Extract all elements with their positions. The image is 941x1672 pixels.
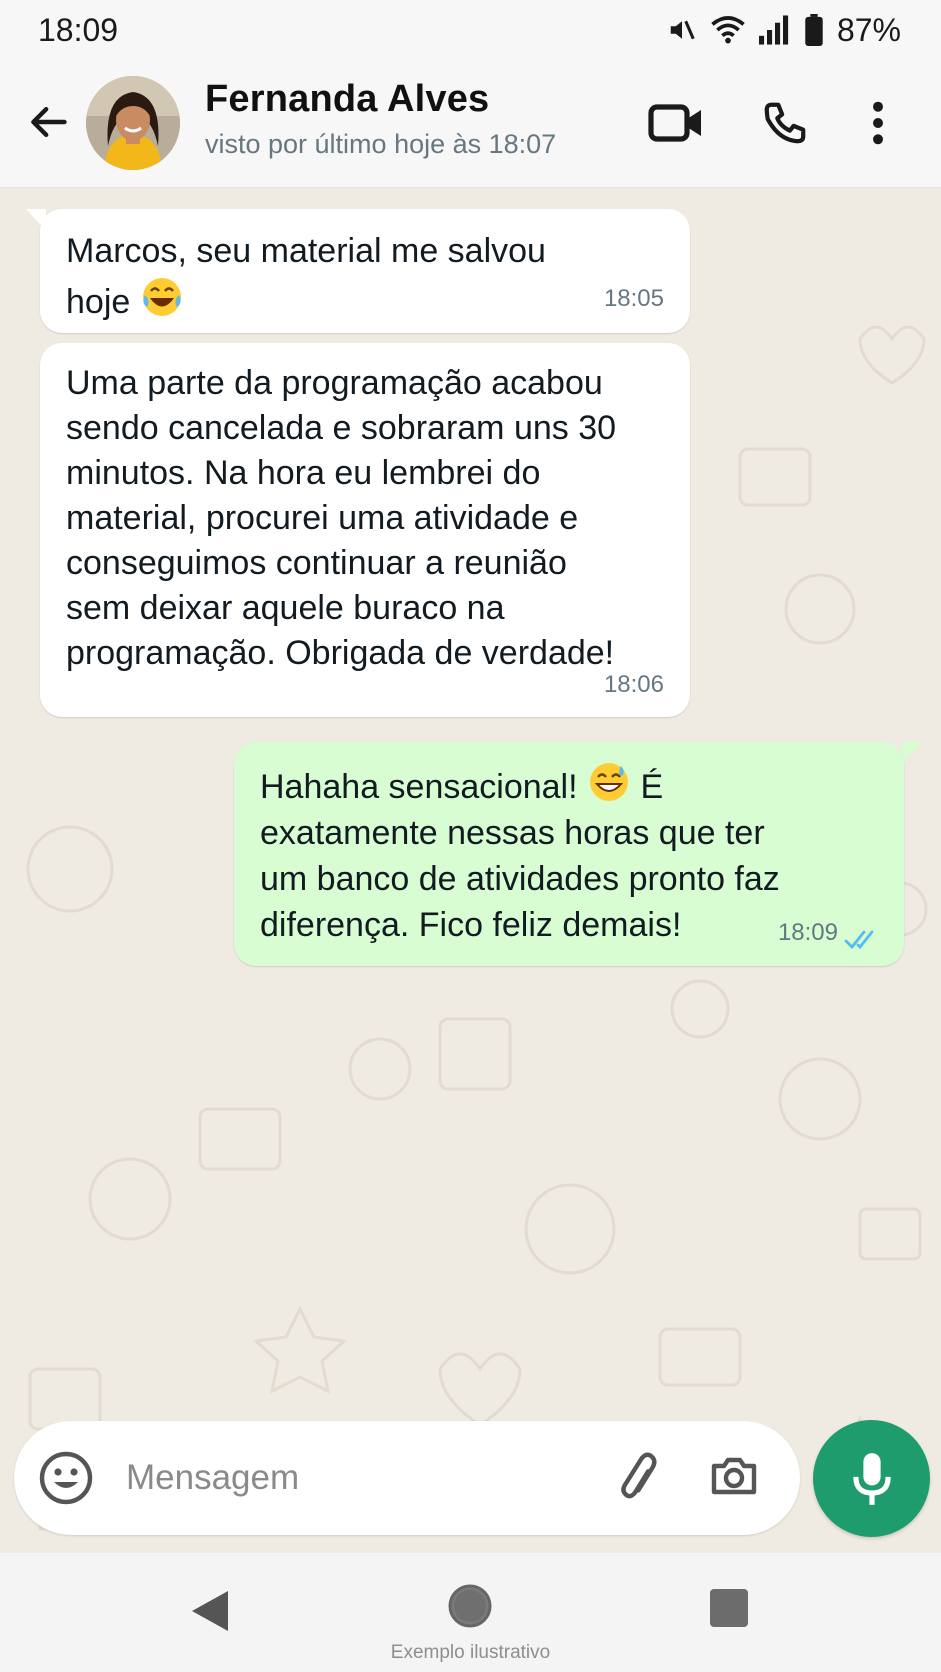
more-vert-icon[interactable]: [870, 100, 886, 146]
paperclip-icon[interactable]: [614, 1449, 664, 1505]
emoji-icon[interactable]: [38, 1450, 94, 1506]
wifi-icon: [711, 16, 745, 44]
message-incoming[interactable]: Uma parte da programação acabou sendo ca…: [40, 343, 690, 717]
avatar-image: [86, 76, 180, 170]
message-line: hoje: [66, 283, 131, 321]
message-line: exatamente nessas horas que ter: [260, 814, 765, 852]
message-line: programação. Obrigada de verdade!: [66, 634, 615, 672]
message-time: 18:06: [603, 671, 664, 698]
microphone-icon: [852, 1452, 891, 1505]
phone-icon[interactable]: [762, 100, 808, 146]
laughing-tears-emoji: [142, 278, 181, 316]
chat-area[interactable]: Marcos, seu material me salvou hoje 18:0…: [0, 189, 941, 1553]
contact-last-seen: visto por último hoje às 18:07: [205, 129, 557, 159]
battery-icon: [805, 14, 823, 46]
message-line: minutos. Na hora eu lembrei do: [66, 454, 541, 492]
signal-icon: [758, 15, 789, 45]
nav-recents-icon[interactable]: [709, 1588, 749, 1628]
message-line: um banco de atividades pronto faz: [260, 860, 780, 898]
mute-icon: [670, 20, 695, 40]
message-line: sendo cancelada e sobraram uns 30: [66, 409, 617, 447]
message-composer: [14, 1421, 800, 1535]
contact-name: Fernanda Alves: [205, 78, 490, 120]
status-icons: 87%: [667, 12, 901, 49]
message-line: sem deixar aquele buraco na: [66, 589, 505, 627]
message-input[interactable]: [126, 1451, 606, 1505]
chat-header: Fernanda Alves visto por último hoje às …: [0, 60, 941, 188]
camera-icon[interactable]: [708, 1450, 760, 1502]
message-time: 18:09: [777, 919, 838, 946]
message-outgoing[interactable]: Hahaha sensacional! É exatamente nessas …: [234, 742, 904, 966]
message-line: conseguimos continuar a reunião: [66, 544, 567, 582]
double-check-read-icon: [844, 930, 874, 950]
voice-message-button[interactable]: [813, 1420, 930, 1537]
message-line: É: [640, 768, 664, 806]
message-incoming[interactable]: Marcos, seu material me salvou hoje 18:0…: [40, 209, 690, 333]
contact-info[interactable]: Fernanda Alves visto por último hoje às …: [205, 78, 556, 160]
message-time: 18:05: [603, 285, 664, 312]
message-line: material, procurei uma atividade e: [66, 499, 579, 537]
nav-back-icon[interactable]: [190, 1589, 230, 1633]
message-line-with-emoji: hoje: [66, 275, 664, 326]
nav-home-icon[interactable]: [447, 1583, 493, 1629]
back-arrow-icon[interactable]: [26, 100, 70, 144]
battery-percentage: 87%: [836, 11, 901, 48]
message-line: Hahaha sensacional!: [260, 768, 578, 806]
status-bar: 18:09 87%: [0, 0, 941, 60]
illustrative-caption: Exemplo ilustrativo: [390, 1642, 551, 1663]
video-call-icon[interactable]: [648, 100, 704, 146]
bubble-tail: [902, 742, 922, 764]
message-line: Marcos, seu material me salvou: [66, 232, 546, 270]
message-line: Uma parte da programação acabou: [66, 364, 603, 402]
grinning-sweat-emoji: [590, 763, 629, 801]
message-line-with-emoji: Hahaha sensacional! É: [260, 760, 878, 810]
contact-avatar[interactable]: [86, 76, 180, 170]
status-time: 18:09: [38, 11, 119, 48]
